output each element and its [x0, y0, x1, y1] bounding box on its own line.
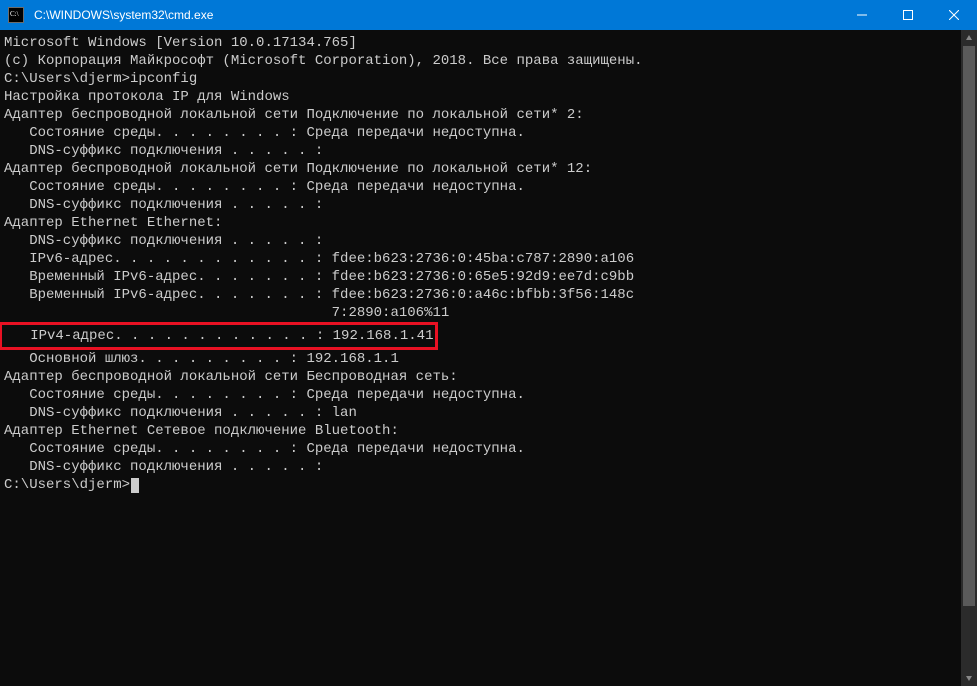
terminal-line: Адаптер беспроводной локальной сети Подк…: [4, 160, 961, 178]
terminal-line: IPv4-адрес. . . . . . . . . . . . : 192.…: [4, 322, 961, 350]
ipv4-highlight: IPv4-адрес. . . . . . . . . . . . : 192.…: [0, 322, 438, 350]
vertical-scrollbar[interactable]: [961, 30, 977, 686]
cmd-icon: C:\: [8, 7, 24, 23]
terminal-line: DNS-суффикс подключения . . . . . :: [4, 196, 961, 214]
minimize-button[interactable]: [839, 0, 885, 30]
terminal-area: Microsoft Windows [Version 10.0.17134.76…: [0, 30, 977, 686]
terminal-output[interactable]: Microsoft Windows [Version 10.0.17134.76…: [0, 30, 961, 686]
terminal-line: DNS-суффикс подключения . . . . . :: [4, 232, 961, 250]
maximize-button[interactable]: [885, 0, 931, 30]
terminal-line: Основной шлюз. . . . . . . . . : 192.168…: [4, 350, 961, 368]
terminal-line: Адаптер беспроводной локальной сети Подк…: [4, 106, 961, 124]
window-titlebar: C:\ C:\WINDOWS\system32\cmd.exe: [0, 0, 977, 30]
cursor: [131, 478, 139, 493]
terminal-line: 7:2890:a106%11: [4, 304, 961, 322]
scrollbar-thumb[interactable]: [963, 46, 975, 606]
terminal-line: Состояние среды. . . . . . . . : Среда п…: [4, 440, 961, 458]
terminal-line: Состояние среды. . . . . . . . : Среда п…: [4, 386, 961, 404]
terminal-line: IPv6-адрес. . . . . . . . . . . . : fdee…: [4, 250, 961, 268]
terminal-line: DNS-суффикс подключения . . . . . :: [4, 142, 961, 160]
prompt-line: C:\Users\djerm>: [4, 476, 961, 494]
prompt-line: C:\Users\djerm>ipconfig: [4, 70, 961, 88]
terminal-line: Адаптер беспроводной локальной сети Бесп…: [4, 368, 961, 386]
terminal-line: (c) Корпорация Майкрософт (Microsoft Cor…: [4, 52, 961, 70]
svg-text:C:\: C:\: [10, 10, 19, 18]
ipv4-line-text: IPv4-адрес. . . . . . . . . . . . : 192.…: [4, 328, 433, 344]
terminal-line: Временный IPv6-адрес. . . . . . . : fdee…: [4, 286, 961, 304]
terminal-line: Состояние среды. . . . . . . . : Среда п…: [4, 124, 961, 142]
terminal-line: DNS-суффикс подключения . . . . . :: [4, 458, 961, 476]
close-button[interactable]: [931, 0, 977, 30]
scroll-down-arrow[interactable]: [961, 670, 977, 686]
terminal-line: Адаптер Ethernet Ethernet:: [4, 214, 961, 232]
scroll-up-arrow[interactable]: [961, 30, 977, 46]
terminal-line: DNS-суффикс подключения . . . . . : lan: [4, 404, 961, 422]
window-title: C:\WINDOWS\system32\cmd.exe: [32, 8, 839, 22]
terminal-line: Состояние среды. . . . . . . . : Среда п…: [4, 178, 961, 196]
terminal-line: Настройка протокола IP для Windows: [4, 88, 961, 106]
terminal-line: Адаптер Ethernet Сетевое подключение Blu…: [4, 422, 961, 440]
terminal-line: Временный IPv6-адрес. . . . . . . : fdee…: [4, 268, 961, 286]
window-controls: [839, 0, 977, 30]
terminal-line: Microsoft Windows [Version 10.0.17134.76…: [4, 34, 961, 52]
